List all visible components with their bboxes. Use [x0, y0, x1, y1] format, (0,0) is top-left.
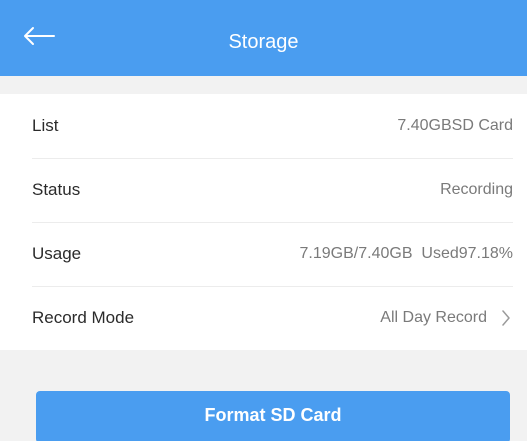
list-row: List 7.40GBSD Card: [0, 94, 527, 158]
page-title: Storage: [228, 31, 299, 53]
back-button[interactable]: [22, 20, 62, 56]
storage-screen: Storage List 7.40GBSD Card Status Record…: [0, 0, 527, 441]
record-mode-label: Record Mode: [32, 308, 135, 327]
usage-label: Usage: [32, 244, 82, 263]
status-value: Recording: [440, 181, 513, 198]
list-label: List: [32, 116, 59, 135]
list-value: 7.40GBSD Card: [397, 117, 513, 134]
chevron-right-icon: [499, 308, 513, 328]
format-sd-card-button[interactable]: Format SD Card: [36, 391, 510, 441]
status-label: Status: [32, 180, 81, 199]
record-mode-value: All Day Record: [380, 309, 487, 326]
arrow-left-icon: [22, 26, 56, 51]
storage-info-list: List 7.40GBSD Card Status Recording Usag…: [0, 94, 527, 350]
record-mode-row[interactable]: Record Mode All Day Record: [0, 286, 527, 350]
status-row: Status Recording: [0, 158, 527, 222]
app-header: Storage: [0, 0, 527, 76]
usage-value: 7.19GB/7.40GB Used97.18%: [299, 245, 513, 262]
usage-row: Usage 7.19GB/7.40GB Used97.18%: [0, 222, 527, 286]
